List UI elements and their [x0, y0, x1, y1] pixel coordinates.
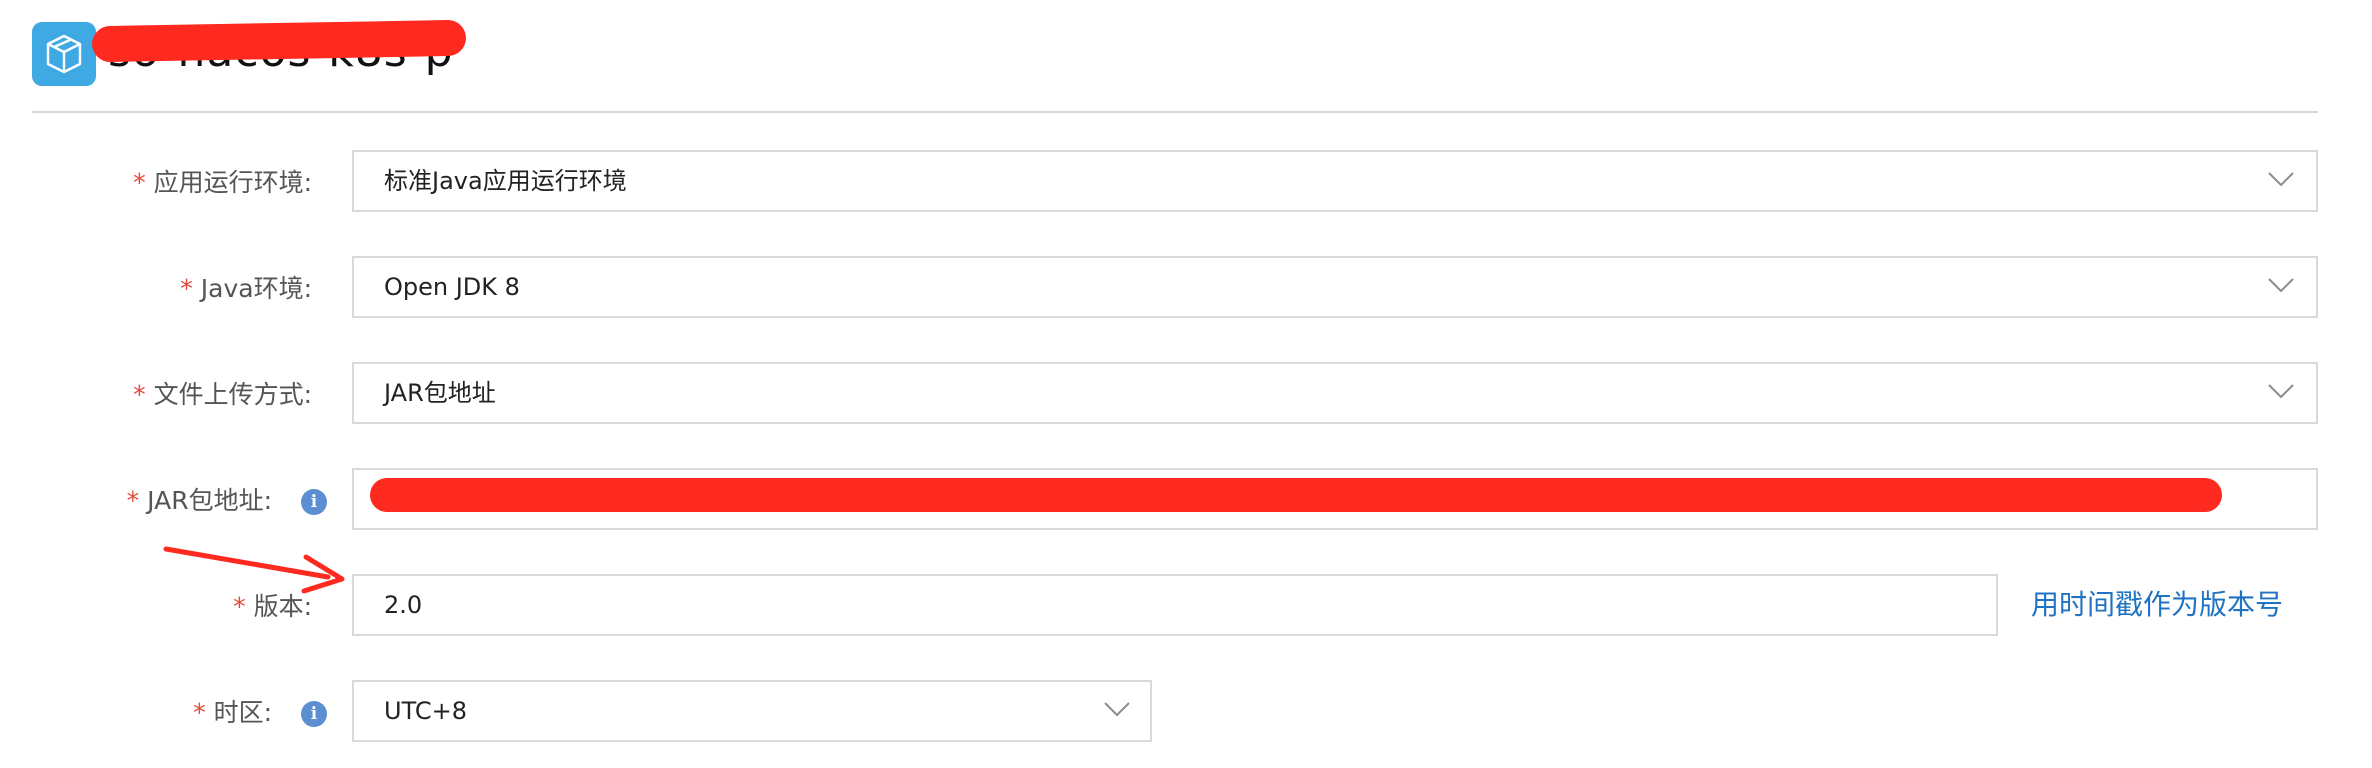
runtime-label-text: 应用运行环境: — [153, 168, 312, 197]
cube-icon — [46, 34, 82, 74]
jar-url-label: * JAR包地址: — [127, 468, 272, 534]
upload-method-select-value: JAR包地址 — [384, 379, 496, 407]
redaction-mark — [370, 478, 2222, 512]
app-logo — [32, 22, 96, 86]
required-mark: * — [233, 592, 246, 621]
form-row-runtime: * 应用运行环境: 标准Java应用运行环境 — [0, 150, 2372, 216]
jar-url-label-text: JAR包地址: — [147, 486, 272, 515]
upload-method-select[interactable]: JAR包地址 — [352, 362, 2318, 424]
java-env-label-text: Java环境: — [200, 274, 312, 303]
header-divider — [32, 111, 2318, 113]
version-input-value: 2.0 — [384, 591, 423, 619]
app-header: so-nacos-k8s-p — [0, 0, 2372, 112]
required-mark: * — [133, 380, 146, 409]
form-row-version: * 版本: 2.0 用时间戳作为版本号 — [0, 574, 2372, 640]
timezone-label-text: 时区: — [213, 698, 272, 727]
form-row-jar-url: * JAR包地址: i — [0, 468, 2372, 534]
use-timestamp-version-link[interactable]: 用时间戳作为版本号 — [2031, 574, 2283, 636]
chevron-down-icon — [2268, 384, 2294, 398]
required-mark: * — [180, 274, 193, 303]
chevron-down-icon — [2268, 172, 2294, 186]
version-label-text: 版本: — [253, 592, 312, 621]
form-row-timezone: * 时区: i UTC+8 — [0, 680, 2372, 746]
java-env-select[interactable]: Open JDK 8 — [352, 256, 2318, 318]
required-mark: * — [193, 698, 206, 727]
java-env-select-value: Open JDK 8 — [384, 273, 520, 301]
required-mark: * — [126, 486, 140, 515]
version-input[interactable]: 2.0 — [352, 574, 1998, 636]
runtime-select-value: 标准Java应用运行环境 — [384, 167, 627, 195]
required-mark: * — [133, 168, 146, 197]
runtime-select[interactable]: 标准Java应用运行环境 — [352, 150, 2318, 212]
upload-method-label-text: 文件上传方式: — [153, 380, 312, 409]
timezone-label: * 时区: — [193, 680, 272, 746]
chevron-down-icon — [2268, 278, 2294, 292]
form-row-upload-method: * 文件上传方式: JAR包地址 — [0, 362, 2372, 428]
upload-method-label: * 文件上传方式: — [133, 362, 312, 428]
runtime-label: * 应用运行环境: — [133, 150, 312, 216]
chevron-down-icon — [1104, 702, 1130, 716]
form-row-java-env: * Java环境: Open JDK 8 — [0, 256, 2372, 322]
annotation-arrow-icon — [163, 546, 345, 594]
info-icon[interactable]: i — [301, 701, 327, 727]
java-env-label: * Java环境: — [180, 256, 312, 322]
redaction-mark — [91, 19, 467, 63]
timezone-select[interactable]: UTC+8 — [352, 680, 1152, 742]
timezone-select-value: UTC+8 — [384, 697, 467, 725]
info-icon[interactable]: i — [301, 489, 327, 515]
